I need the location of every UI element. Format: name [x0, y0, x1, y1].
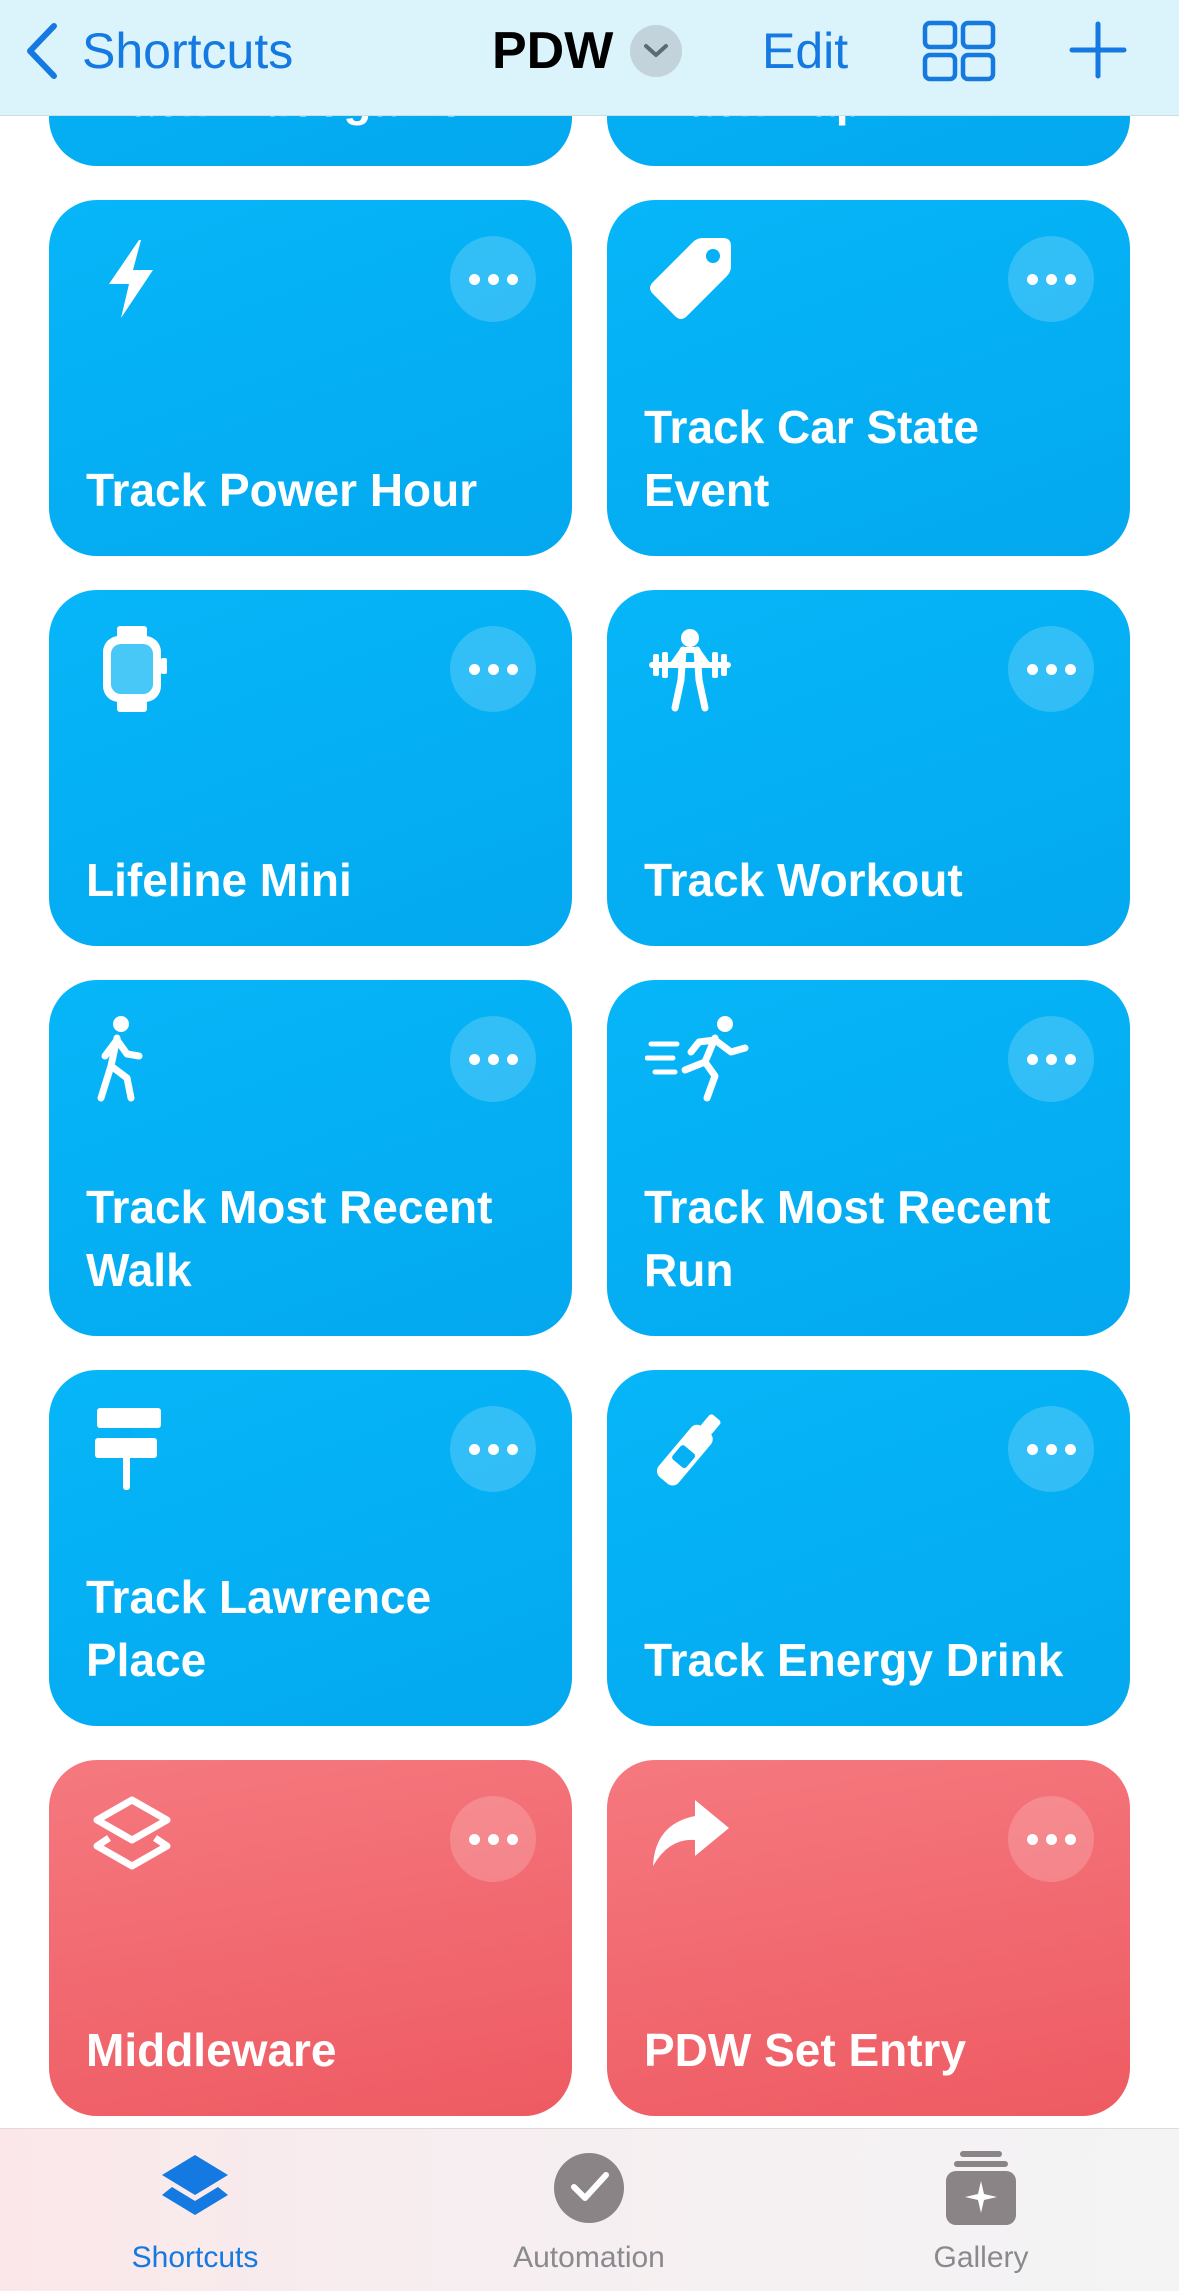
- shortcut-tile-label: Track Power Hour: [86, 464, 478, 516]
- shortcut-grid: Track Videogame Track Nap Track Power Ho…: [0, 0, 1179, 2291]
- shortcuts-folder-screen: Track Videogame Track Nap Track Power Ho…: [0, 0, 1179, 2291]
- shortcut-tile-label: Lifeline Mini: [86, 854, 352, 906]
- more-options-button[interactable]: [450, 626, 536, 712]
- shortcut-tile-label: Track Car State Event: [644, 401, 979, 516]
- shortcut-tile-label: Track Lawrence Place: [86, 1571, 432, 1686]
- grid-icon: [922, 20, 996, 82]
- add-shortcut-button[interactable]: [1068, 20, 1128, 80]
- shortcut-tile-track-most-recent-run[interactable]: Track Most Recent Run: [607, 980, 1130, 1336]
- more-options-button[interactable]: [450, 236, 536, 322]
- shortcut-tile-label: PDW Set Entry: [644, 2024, 967, 2076]
- more-options-button[interactable]: [450, 1016, 536, 1102]
- shortcut-tile-track-power-hour[interactable]: Track Power Hour: [49, 200, 572, 556]
- tab-label: Gallery: [933, 2241, 1029, 2274]
- tab-label: Shortcuts: [131, 2241, 259, 2274]
- walking-icon: [87, 1014, 177, 1104]
- shortcut-tile-track-most-recent-walk[interactable]: Track Most Recent Walk: [49, 980, 572, 1336]
- back-button[interactable]: Shortcuts: [22, 18, 293, 84]
- more-options-button[interactable]: [1008, 236, 1094, 322]
- bottle-icon: [645, 1404, 735, 1494]
- grid-view-button[interactable]: [922, 20, 996, 82]
- more-options-button[interactable]: [1008, 1796, 1094, 1882]
- tab-gallery[interactable]: Gallery: [831, 2129, 1131, 2291]
- back-button-label: Shortcuts: [82, 23, 294, 79]
- page-title: PDW: [492, 22, 614, 80]
- forward-arrow-icon: [645, 1794, 735, 1884]
- gallery-icon: [946, 2151, 1016, 2225]
- shortcut-tile-track-lawrence-place[interactable]: Track Lawrence Place: [49, 1370, 572, 1726]
- folder-menu-button[interactable]: [630, 25, 682, 77]
- more-options-button[interactable]: [450, 1406, 536, 1492]
- more-options-button[interactable]: [1008, 1406, 1094, 1492]
- tab-bar: Shortcuts Automation Gallery: [0, 2128, 1179, 2291]
- shortcut-tile-label: Middleware: [86, 2024, 337, 2076]
- shortcut-tile-track-energy-drink[interactable]: Track Energy Drink: [607, 1370, 1130, 1726]
- bolt-icon: [87, 234, 177, 324]
- navigation-bar: Shortcuts PDW Edit: [0, 0, 1179, 116]
- shortcut-tile-track-workout[interactable]: Track Workout: [607, 590, 1130, 946]
- shortcut-tile-middleware[interactable]: Middleware: [49, 1760, 572, 2116]
- layers-icon: [87, 1794, 177, 1884]
- shortcuts-stack-icon: [162, 2155, 228, 2215]
- more-options-button[interactable]: [1008, 626, 1094, 712]
- plus-icon: [1069, 21, 1127, 79]
- chevron-down-icon: [644, 44, 668, 57]
- tab-automation[interactable]: Automation: [439, 2129, 739, 2291]
- weightlifting-icon: [645, 624, 735, 714]
- edit-button[interactable]: Edit: [762, 18, 848, 84]
- shortcut-tile-label: Track Most Recent Walk: [86, 1181, 493, 1296]
- chevron-left-icon: [27, 23, 57, 79]
- shortcut-tile-label: Track Energy Drink: [644, 1634, 1064, 1686]
- automation-clock-icon: [554, 2153, 624, 2223]
- shortcut-tile-label: Track Workout: [644, 854, 963, 906]
- running-icon: [644, 1014, 755, 1104]
- shortcut-tile-label: Track Most Recent Run: [644, 1181, 1051, 1296]
- shortcut-tile-pdw-set-entry[interactable]: PDW Set Entry: [607, 1760, 1130, 2116]
- tag-icon: [645, 234, 735, 324]
- more-options-button[interactable]: [450, 1796, 536, 1882]
- shortcut-tile-lifeline-mini[interactable]: Lifeline Mini: [49, 590, 572, 946]
- tab-label: Automation: [513, 2241, 665, 2274]
- watch-icon: [87, 624, 177, 714]
- more-options-button[interactable]: [1008, 1016, 1094, 1102]
- signpost-icon: [87, 1404, 177, 1494]
- shortcut-tile-track-car-state-event[interactable]: Track Car State Event: [607, 200, 1130, 556]
- tab-shortcuts[interactable]: Shortcuts: [45, 2129, 345, 2291]
